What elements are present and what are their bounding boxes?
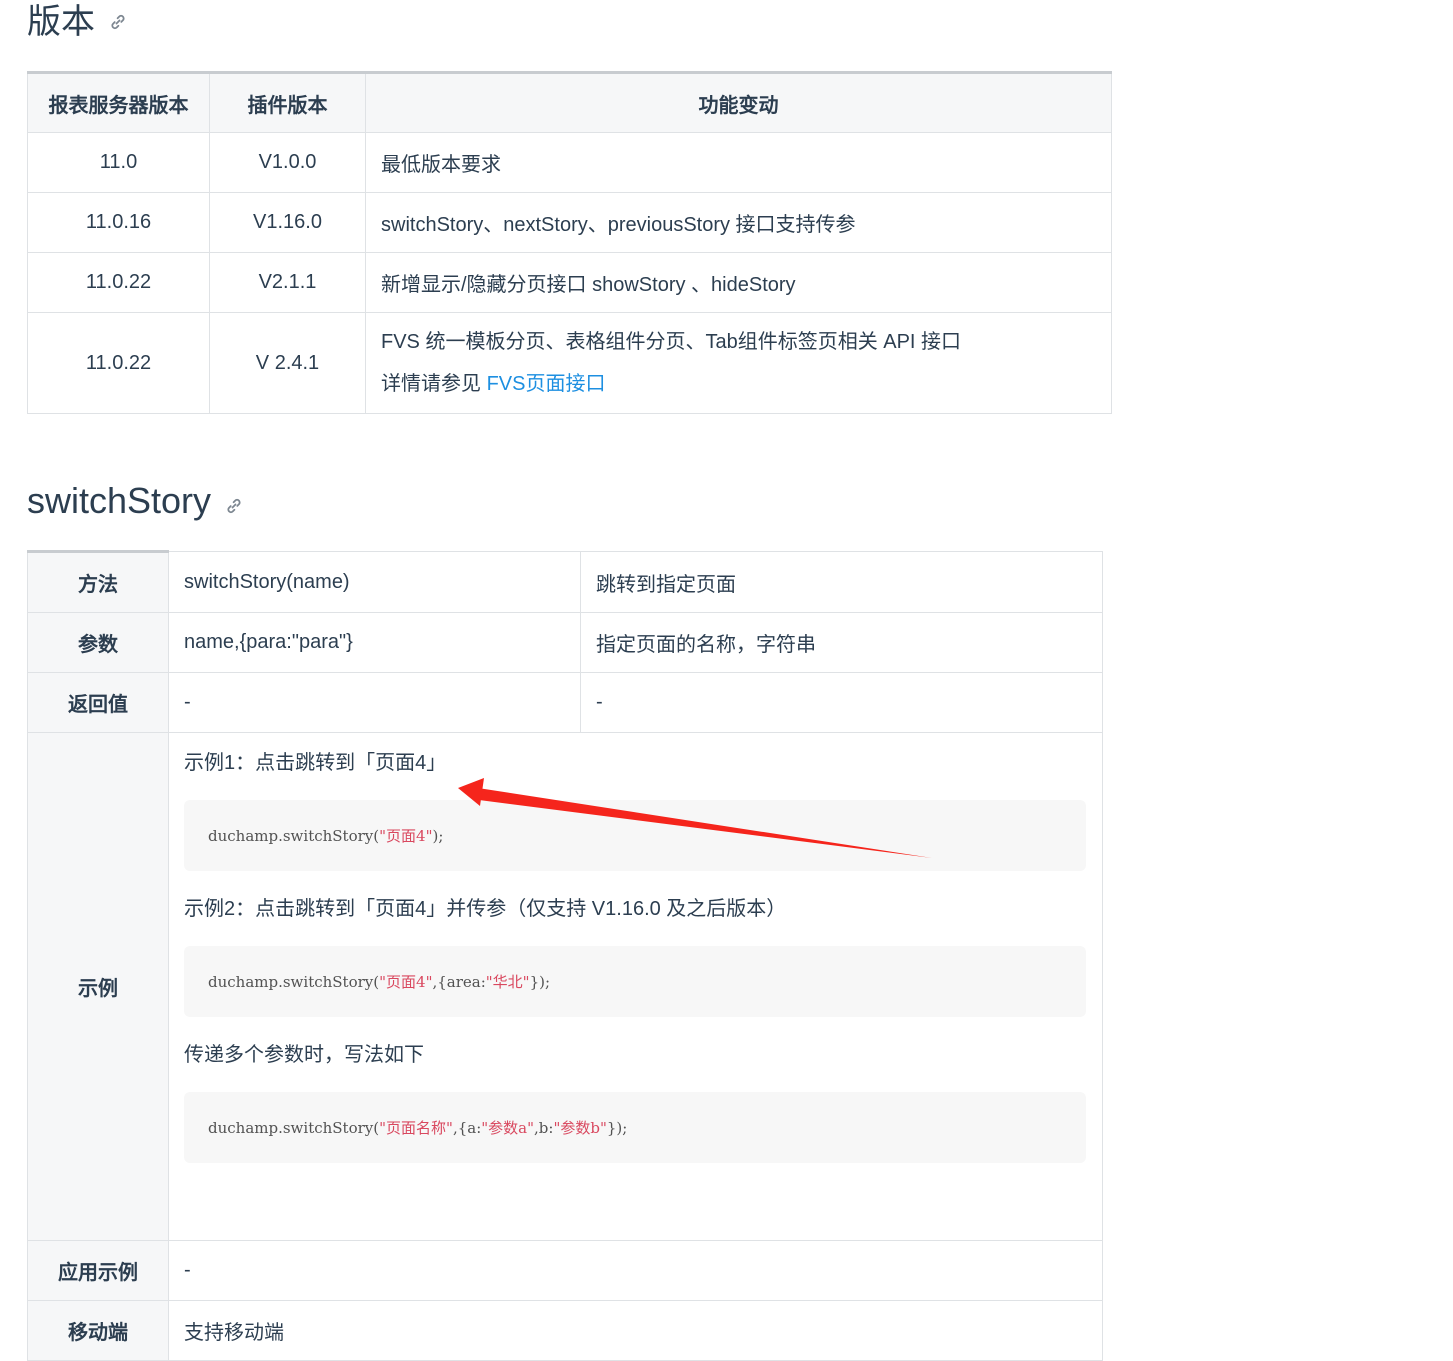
mobile-value: 支持移动端 [168,1300,1103,1361]
method-signature: switchStory(name) [168,551,581,613]
code-token: ,b: [534,1118,554,1137]
code-block: duchamp.switchStory("页面4"); [184,800,1086,871]
method-label: 方法 [27,550,169,613]
change-cell: 最低版本要求 [365,132,1112,193]
change-line-1: FVS 统一模板分页、表格组件分页、Tab组件标签页相关 API 接口 [381,331,962,353]
code-block: duchamp.switchStory("页面4" ,{area: "华北"}); [184,946,1086,1017]
app-example-label: 应用示例 [27,1240,169,1301]
example-3-text: 传递多个参数时，写法如下 [184,1044,424,1066]
code-string: "页面名称" [379,1119,453,1137]
example-row: 示例 示例1：点击跳转到「页面4」 duchamp.switchStory("页… [27,732,1103,1241]
return-row: 返回值 - - [27,672,1103,733]
mobile-label: 移动端 [27,1300,169,1361]
code-token: duchamp.switchStory( [208,1118,380,1137]
code-string: "参数a" [481,1119,534,1137]
header-change: 功能变动 [365,72,1112,133]
mobile-row: 移动端 支持移动端 [27,1300,1103,1361]
method-row: 方法 switchStory(name) 跳转到指定页面 [27,550,1103,613]
link-icon[interactable] [109,13,127,31]
code-string: "华北" [485,973,530,991]
code-string: "参数b" [553,1119,607,1137]
version-heading-text: 版本 [27,3,95,41]
fvs-page-api-link[interactable]: FVS页面接口 [487,373,606,395]
server-version-cell: 11.0 [27,132,210,193]
version-header-row: 报表服务器版本 插件版本 功能变动 [27,72,1112,133]
code-token: duchamp.switchStory( [208,826,380,845]
change-cell: 新增显示/隐藏分页接口 showStory 、hideStory [365,252,1112,313]
example-1-text: 示例1：点击跳转到「页面4」 [184,752,447,774]
return-label: 返回值 [27,672,169,733]
example-content: 示例1：点击跳转到「页面4」 duchamp.switchStory("页面4"… [168,732,1103,1241]
code-token: }); [529,972,551,991]
header-server-version: 报表服务器版本 [27,72,210,133]
link-icon[interactable] [225,497,243,515]
code-token: ); [432,826,444,845]
code-string: "页面4" [379,973,433,991]
code-token: ,{a: [452,1118,482,1137]
server-version-cell: 11.0.22 [27,252,210,313]
app-example-value: - [168,1240,1103,1301]
switchstory-table: 方法 switchStory(name) 跳转到指定页面 参数 name,{pa… [27,550,1103,1361]
table-row: 11.0.22 V2.1.1 新增显示/隐藏分页接口 showStory 、hi… [27,252,1112,313]
server-version-cell: 11.0.16 [27,192,210,253]
plugin-version-cell: V1.0.0 [209,132,366,193]
params-signature: name,{para:"para"} [168,612,581,673]
change-cell: switchStory、nextStory、previousStory 接口支持… [365,192,1112,253]
plugin-version-cell: V1.16.0 [209,192,366,253]
app-example-row: 应用示例 - [27,1240,1103,1301]
table-row: 11.0 V1.0.0 最低版本要求 [27,132,1112,193]
method-desc: 跳转到指定页面 [580,551,1103,613]
params-label: 参数 [27,612,169,673]
plugin-version-cell: V 2.4.1 [209,312,366,414]
change-line-2: 详情请参见 FVS页面接口 [381,363,1110,405]
example-label: 示例 [27,732,169,1241]
table-row: 11.0.16 V1.16.0 switchStory、nextStory、pr… [27,192,1112,253]
params-row: 参数 name,{para:"para"} 指定页面的名称，字符串 [27,612,1103,673]
code-string: "页面4" [379,827,433,845]
plugin-version-cell: V2.1.1 [209,252,366,313]
example-2-text: 示例2：点击跳转到「页面4」并传参（仅支持 V1.16.0 及之后版本） [184,898,787,920]
version-table: 报表服务器版本 插件版本 功能变动 11.0 V1.0.0 最低版本要求 11.… [27,71,1112,414]
return-desc: - [580,672,1103,733]
code-token: duchamp.switchStory( [208,972,380,991]
params-desc: 指定页面的名称，字符串 [580,612,1103,673]
return-signature: - [168,672,581,733]
code-token: }); [606,1118,628,1137]
change-line-2-prefix: 详情请参见 [381,373,487,395]
change-cell: FVS 统一模板分页、表格组件分页、Tab组件标签页相关 API 接口 详情请参… [365,312,1112,414]
version-heading: 版本 [27,0,127,44]
switchstory-heading: switchStory [27,478,243,524]
header-plugin-version: 插件版本 [209,72,366,133]
code-token: ,{area: [432,972,486,991]
server-version-cell: 11.0.22 [27,312,210,414]
table-row: 11.0.22 V 2.4.1 FVS 统一模板分页、表格组件分页、Tab组件标… [27,312,1112,414]
switchstory-heading-text: switchStory [27,480,212,521]
code-block: duchamp.switchStory("页面名称" ,{a: "参数a" ,b: "参… [184,1092,1086,1163]
